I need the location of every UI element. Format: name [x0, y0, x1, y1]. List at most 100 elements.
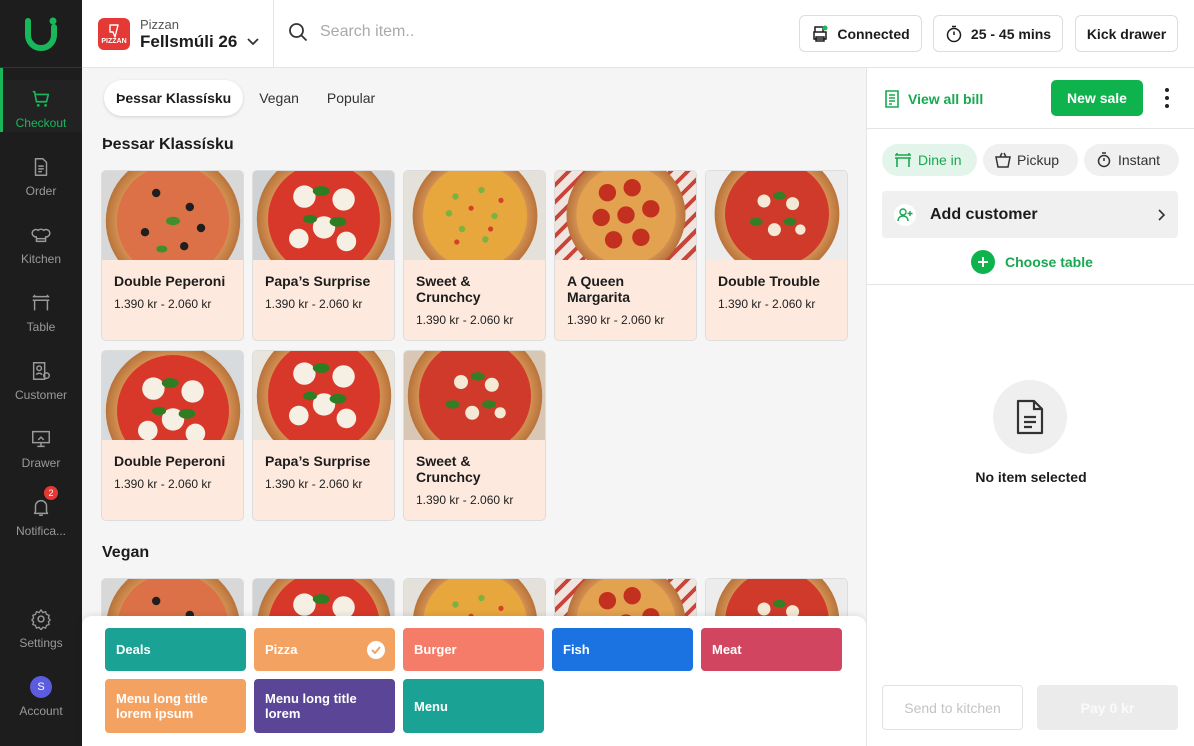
pay-button[interactable]: Pay 0 kr	[1037, 685, 1178, 730]
search-bar[interactable]: Search item..	[288, 22, 414, 42]
chevron-down-icon	[247, 37, 259, 45]
category-menu[interactable]: Menu	[403, 679, 544, 733]
store-logo-text: PIZZAN	[101, 37, 127, 45]
menu-item-card[interactable]: Papa’s Surprise 1.390 kr - 2.060 kr	[252, 350, 395, 521]
connected-button[interactable]: Connected	[799, 15, 922, 52]
sidebar-item-label: Table	[26, 320, 56, 334]
add-customer-button[interactable]: Add customer	[882, 191, 1178, 238]
item-name: Double Trouble	[718, 273, 820, 289]
menu-item-card[interactable]: Sweet & Crunchcy 1.390 kr - 2.060 kr	[403, 350, 546, 521]
item-price: 1.390 kr - 2.060 kr	[416, 313, 514, 327]
item-name: A Queen Margarita	[567, 273, 631, 305]
store-logo: PIZZAN	[98, 18, 130, 50]
connected-label: Connected	[837, 25, 910, 42]
item-price: 1.390 kr - 2.060 kr	[265, 477, 363, 491]
sidebar-item-customer[interactable]: Customer	[0, 352, 82, 404]
pizza-image	[555, 171, 696, 260]
send-to-kitchen-button[interactable]: Send to kitchen	[882, 685, 1023, 730]
prep-time-label: 25 - 45 mins	[970, 25, 1052, 42]
store-selector[interactable]: PIZZAN Pizzan Fellsmúli 26	[82, 0, 274, 68]
order-type-label: Pickup	[1017, 152, 1060, 168]
menu-item-card[interactable]: A Queen Margarita 1.390 kr - 2.060 kr	[554, 170, 697, 341]
sidebar: Checkout Order Kitchen Table Customer Dr…	[0, 0, 82, 746]
category-panel: Deals Pizza Burger Fish Meat Menu long t…	[82, 616, 866, 746]
customer-icon	[30, 360, 52, 382]
view-all-bill-label: View all bill	[908, 91, 984, 107]
add-user-icon	[894, 203, 916, 226]
sidebar-item-label: Checkout	[15, 116, 67, 130]
item-name: Sweet & Crunchcy	[416, 453, 481, 485]
order-type-dine-in[interactable]: Dine in	[882, 144, 977, 176]
notification-badge: 2	[44, 486, 58, 500]
search-input[interactable]: Search item..	[320, 23, 414, 41]
printer-icon	[813, 25, 828, 42]
pos-app: Checkout Order Kitchen Table Customer Dr…	[0, 0, 1194, 746]
order-type-label: Dine in	[918, 152, 962, 168]
tab-popular[interactable]: Popular	[315, 80, 387, 116]
order-type-pickup[interactable]: Pickup	[983, 144, 1078, 176]
sidebar-item-account[interactable]: S Account	[0, 668, 82, 720]
sidebar-item-label: Notifica...	[15, 524, 66, 538]
item-name: Papa’s Surprise	[265, 453, 371, 469]
category-fish[interactable]: Fish	[552, 628, 693, 671]
sidebar-item-settings[interactable]: Settings	[0, 600, 82, 652]
choose-table-label: Choose table	[1005, 254, 1093, 270]
store-name: Fellsmúli 26	[140, 31, 238, 51]
sidebar-item-label: Drawer	[21, 456, 61, 470]
table-icon	[30, 292, 52, 314]
pizza-image	[102, 351, 243, 440]
pizza-image	[404, 351, 545, 440]
menu-item-card[interactable]: Sweet & Crunchcy 1.390 kr - 2.060 kr	[403, 170, 546, 341]
menu-tabs: Þessar Klassísku Vegan Popular	[104, 80, 387, 116]
item-price: 1.390 kr - 2.060 kr	[718, 297, 816, 311]
new-sale-button[interactable]: New sale	[1051, 80, 1143, 116]
tab-classics[interactable]: Þessar Klassísku	[104, 80, 244, 116]
pizza-image	[253, 171, 394, 260]
timer-icon	[1097, 152, 1111, 168]
sidebar-item-label: Account	[19, 704, 63, 718]
table-icon	[895, 153, 911, 167]
item-price: 1.390 kr - 2.060 kr	[567, 313, 665, 327]
check-icon	[367, 640, 385, 659]
order-type-instant[interactable]: Instant	[1084, 144, 1179, 176]
item-name: Sweet & Crunchcy	[416, 273, 481, 305]
bill-panel: View all bill New sale Dine in Pickup In…	[866, 68, 1194, 746]
chef-hat-icon	[30, 224, 52, 246]
document-icon	[30, 156, 52, 178]
sidebar-item-checkout[interactable]: Checkout	[0, 68, 82, 132]
item-price: 1.390 kr - 2.060 kr	[265, 297, 363, 311]
category-menu-long-2[interactable]: Menu long title lorem	[254, 679, 395, 733]
menu-item-card[interactable]: Double Trouble 1.390 kr - 2.060 kr	[705, 170, 848, 341]
store-brand: Pizzan	[140, 16, 180, 32]
sidebar-item-table[interactable]: Table	[0, 284, 82, 336]
section-title: Þessar Klassísku	[102, 136, 234, 153]
sidebar-item-label: Customer	[14, 388, 67, 402]
prep-time-button[interactable]: 25 - 45 mins	[933, 15, 1063, 52]
category-burger[interactable]: Burger	[403, 628, 544, 671]
pizza-image	[706, 171, 847, 260]
sidebar-item-kitchen[interactable]: Kitchen	[0, 216, 82, 268]
sidebar-item-drawer[interactable]: Drawer	[0, 420, 82, 472]
view-all-bill-button[interactable]: View all bill	[884, 88, 983, 110]
empty-state-label: No item selected	[975, 469, 1087, 485]
app-logo[interactable]	[0, 0, 82, 68]
sidebar-item-label: Settings	[19, 636, 63, 650]
menu-item-card[interactable]: Papa’s Surprise 1.390 kr - 2.060 kr	[252, 170, 395, 341]
plus-icon	[971, 250, 995, 274]
choose-table-button[interactable]: Choose table	[971, 250, 1093, 274]
sidebar-item-order[interactable]: Order	[0, 148, 82, 200]
category-pizza[interactable]: Pizza	[254, 628, 395, 671]
avatar: S	[30, 676, 52, 698]
kick-drawer-button[interactable]: Kick drawer	[1075, 15, 1178, 52]
drawer-icon	[30, 428, 52, 450]
empty-document-icon	[993, 380, 1067, 454]
tab-vegan[interactable]: Vegan	[247, 80, 311, 116]
category-menu-long-1[interactable]: Menu long title lorem ipsum	[105, 679, 246, 733]
menu-item-card[interactable]: Double Peperoni 1.390 kr - 2.060 kr	[101, 170, 244, 341]
category-meat[interactable]: Meat	[701, 628, 842, 671]
category-deals[interactable]: Deals	[105, 628, 246, 671]
divider	[867, 128, 1194, 129]
sidebar-item-notifications[interactable]: 2 Notifica...	[0, 486, 82, 540]
more-options-icon[interactable]	[1161, 86, 1173, 110]
menu-item-card[interactable]: Double Peperoni 1.390 kr - 2.060 kr	[101, 350, 244, 521]
